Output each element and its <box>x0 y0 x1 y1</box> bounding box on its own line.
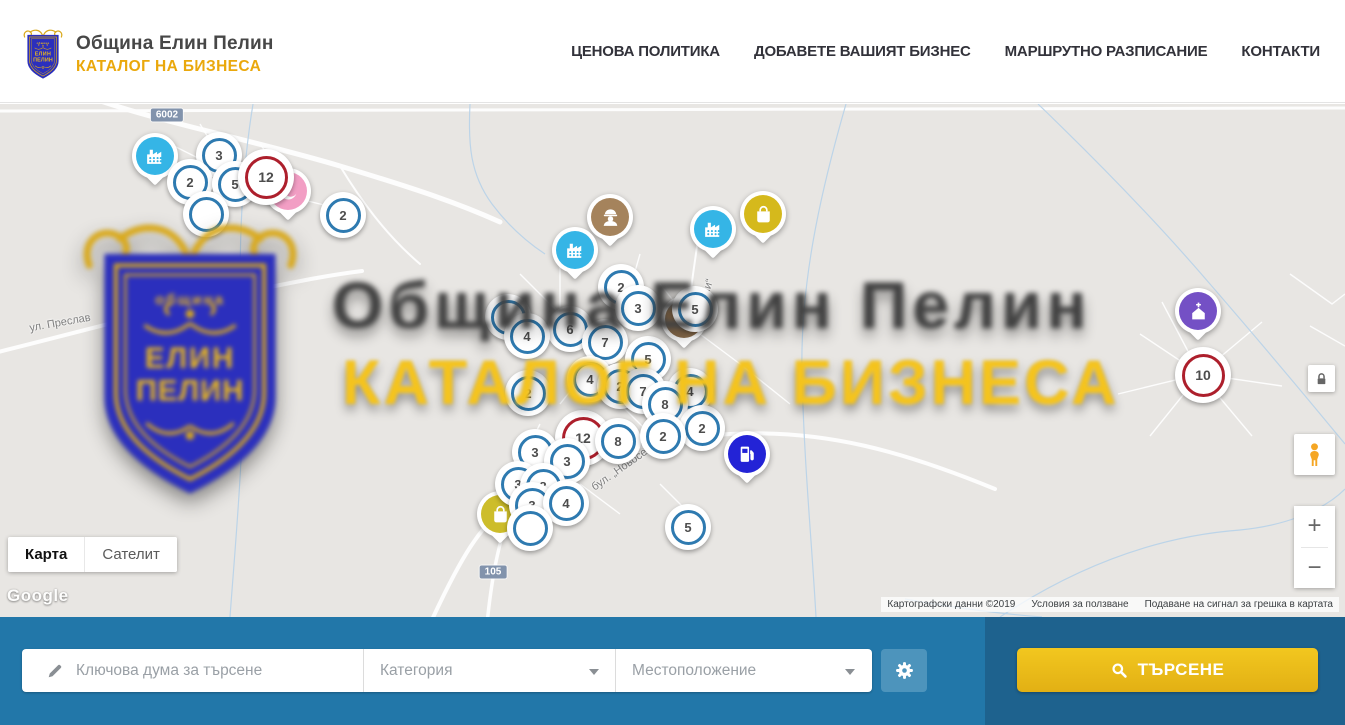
cluster-count: 5 <box>691 302 698 317</box>
location-select[interactable]: Местоположение <box>616 649 871 692</box>
cluster-marker[interactable]: 2 <box>640 413 686 459</box>
nav-item-1[interactable]: ЦЕНОВА ПОЛИТИКА <box>571 43 720 60</box>
cluster-marker[interactable] <box>507 505 553 551</box>
cluster-count: 3 <box>531 445 538 460</box>
road-badge: 6002 <box>151 109 183 122</box>
nav-item-4[interactable]: КОНТАКТИ <box>1241 43 1320 60</box>
cluster-marker[interactable]: 5 <box>672 286 718 332</box>
factory-icon <box>556 231 594 269</box>
map-type-map-button[interactable]: Карта <box>8 537 84 572</box>
cluster-count: 12 <box>258 169 274 185</box>
cluster-count: 8 <box>661 397 668 412</box>
cluster-count: 3 <box>563 454 570 469</box>
street-view-lock-button[interactable] <box>1308 365 1335 392</box>
cluster-count: 4 <box>586 372 593 387</box>
search-button-label: ТЪРСЕНЕ <box>1138 660 1225 680</box>
cluster-count: 2 <box>698 421 705 436</box>
site-subtitle: КАТАЛОГ НА БИЗНЕСА <box>76 58 274 76</box>
cluster-count: 4 <box>523 329 530 344</box>
site-title: Община Елин Пелин <box>76 33 274 55</box>
category-select[interactable]: Категория <box>364 649 616 692</box>
chevron-down-icon <box>845 669 855 675</box>
cluster-marker[interactable]: 12 <box>238 149 294 205</box>
map-type-control: Карта Сателит <box>8 537 177 572</box>
main-nav: ЦЕНОВА ПОЛИТИКА ДОБАВЕТЕ ВАШИЯТ БИЗНЕС МАР… <box>571 0 1320 103</box>
brand-logo[interactable]: Община Елин Пелин КАТАЛОГ НА БИЗНЕСА <box>22 28 274 80</box>
header: Община Елин Пелин КАТАЛОГ НА БИЗНЕСА ЦЕН… <box>0 0 1345 103</box>
gear-icon <box>894 660 915 681</box>
chevron-down-icon <box>589 669 599 675</box>
nav-item-3[interactable]: МАРШРУТНО РАЗПИСАНИЕ <box>1005 43 1208 60</box>
fuel-icon <box>728 435 766 473</box>
cluster-count: 4 <box>686 384 693 399</box>
cluster-count: 2 <box>524 386 531 401</box>
keyword-input[interactable] <box>76 662 363 680</box>
bag-icon <box>744 195 782 233</box>
search-button[interactable]: ТЪРСЕНЕ <box>1017 648 1318 692</box>
cluster-marker[interactable]: 2 <box>320 192 366 238</box>
map-canvas[interactable]: ул. Преславбул. „Новоселции“ 32512223564… <box>0 104 1345 617</box>
cluster-count: 5 <box>644 352 651 367</box>
cluster-count: 5 <box>684 520 691 535</box>
cluster-count: 3 <box>215 148 222 163</box>
cluster-count: 10 <box>1195 367 1211 383</box>
page: Община Елин Пелин КАТАЛОГ НА БИЗНЕСА ЦЕН… <box>0 0 1345 725</box>
zoom-in-button[interactable]: + <box>1294 506 1335 547</box>
cluster-count: 2 <box>339 208 346 223</box>
cluster-marker[interactable]: 5 <box>665 504 711 550</box>
fuel-pin-marker[interactable] <box>724 431 770 477</box>
cluster-marker[interactable]: 3 <box>615 285 661 331</box>
cluster-count: 4 <box>562 496 569 511</box>
cluster-count: 6 <box>566 322 573 337</box>
keyword-field[interactable] <box>22 649 364 692</box>
municipality-crest-icon <box>22 28 64 80</box>
nav-item-2[interactable]: ДОБАВЕТЕ ВАШИЯТ БИЗНЕС <box>754 43 971 60</box>
church-pin-marker[interactable] <box>1175 288 1221 334</box>
location-select-label: Местоположение <box>632 662 756 680</box>
cluster-count: 8 <box>614 434 621 449</box>
map-type-satellite-button[interactable]: Сателит <box>84 537 177 572</box>
category-select-label: Категория <box>380 662 452 680</box>
zoom-out-button[interactable]: − <box>1294 548 1335 589</box>
pegman-button[interactable] <box>1294 434 1335 475</box>
cluster-count: 2 <box>186 175 193 190</box>
cluster-marker[interactable] <box>183 191 229 237</box>
factory-pin-marker[interactable] <box>690 206 736 252</box>
cluster-marker[interactable]: 2 <box>505 370 551 416</box>
road-badge: 105 <box>480 566 507 579</box>
advanced-settings-button[interactable] <box>881 649 927 692</box>
zoom-control: + − <box>1294 506 1335 588</box>
factory-icon <box>136 137 174 175</box>
search-bar: Категория Местоположение <box>0 617 1345 725</box>
cluster-count: 7 <box>601 335 608 350</box>
cluster-marker[interactable]: 2 <box>679 405 725 451</box>
lock-icon <box>1315 372 1328 386</box>
attribution-link-1[interactable]: Условия за ползване <box>1031 599 1128 610</box>
pegman-icon <box>1304 442 1325 468</box>
cluster-marker[interactable]: 4 <box>504 313 550 359</box>
factory-icon <box>694 210 732 248</box>
pencil-icon <box>46 662 64 680</box>
cluster-count: 3 <box>634 301 641 316</box>
search-icon <box>1111 662 1128 679</box>
bag-pin-marker[interactable] <box>740 191 786 237</box>
cluster-marker[interactable]: 10 <box>1175 347 1231 403</box>
cluster-marker[interactable]: 8 <box>595 418 641 464</box>
attribution-link-2[interactable]: Подаване на сигнал за грешка в картата <box>1145 599 1333 610</box>
google-logo[interactable]: Google <box>7 586 69 606</box>
church-icon <box>1179 292 1217 330</box>
map-attribution: Картографски данни ©2019 Условия за ползв… <box>881 597 1339 612</box>
factory-pin-marker[interactable] <box>552 227 598 273</box>
search-fields: Категория Местоположение <box>22 649 872 692</box>
attribution-copyright: Картографски данни ©2019 <box>887 599 1015 610</box>
cluster-count: 2 <box>659 429 666 444</box>
